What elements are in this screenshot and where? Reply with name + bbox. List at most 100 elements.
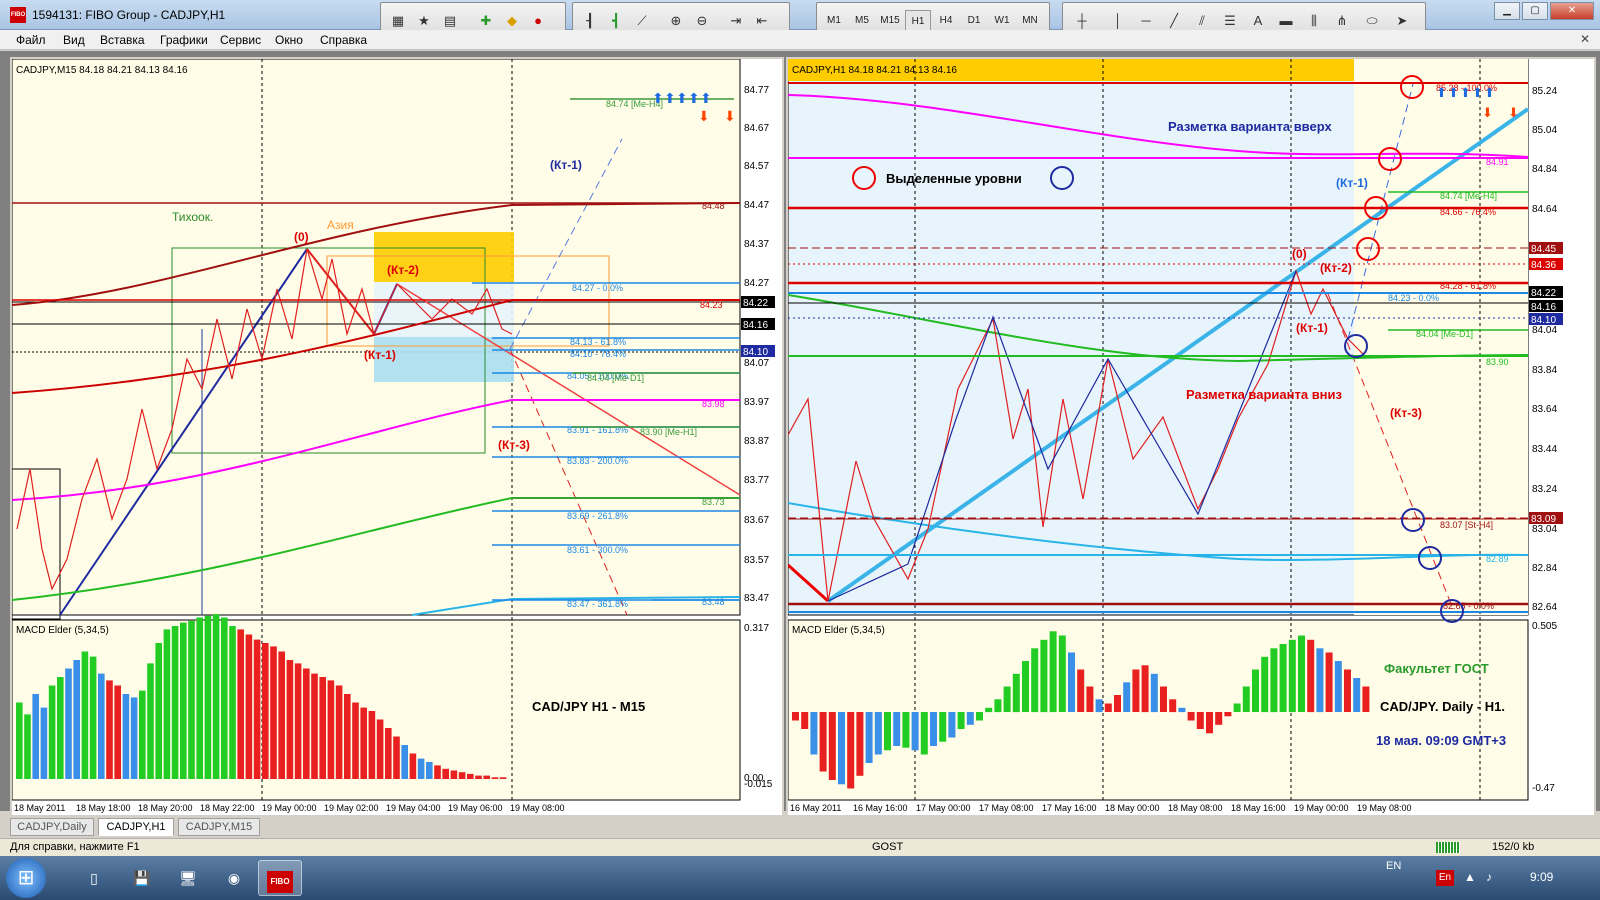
menu-window[interactable]: Окно — [275, 33, 303, 47]
vertical-line-icon[interactable]: │ — [1107, 10, 1129, 32]
price-marker-label: 84.22 — [743, 298, 768, 309]
time-tick: 19 May 00:00 — [262, 803, 317, 813]
text-icon[interactable]: A — [1247, 10, 1269, 32]
chart-header: CADJPY,M15 84.18 84.21 84.13 84.16 — [16, 65, 188, 76]
macd-bar — [491, 777, 499, 779]
expert-advisors-icon[interactable]: ◆ — [501, 10, 523, 32]
pitchfork-icon[interactable]: ⋔ — [1331, 10, 1353, 32]
menu-file[interactable]: Файл — [16, 33, 46, 47]
macd-bar — [948, 712, 956, 738]
zoom-in-icon[interactable]: ⊕ — [665, 10, 687, 32]
down-arrow-icon: ⬇ — [724, 108, 736, 124]
candles-icon[interactable]: ┫ — [605, 10, 627, 32]
macd-tick: 0.317 — [744, 623, 769, 634]
macd-bar — [865, 712, 873, 763]
crosshair-icon[interactable]: ┼ — [1071, 10, 1093, 32]
tf-w1[interactable]: W1 — [989, 10, 1015, 32]
macd-bar — [73, 660, 80, 779]
menu-view[interactable]: Вид — [63, 33, 85, 47]
text-label-icon[interactable]: ▬ — [1275, 10, 1297, 32]
tf-d1[interactable]: D1 — [961, 10, 987, 32]
macd-bar — [483, 775, 490, 779]
macd-bar — [458, 772, 466, 779]
explorer-task-icon[interactable]: ▯ — [72, 860, 116, 896]
arrows-dropdown-icon[interactable]: ➤ — [1391, 10, 1413, 32]
price-tick: 83.67 — [744, 515, 769, 526]
point-kt3-label: (Кт-3) — [1390, 406, 1422, 420]
connection-status-icon[interactable] — [1436, 842, 1460, 853]
fibo-fan-icon[interactable]: ⫼ — [1303, 10, 1325, 32]
level-label: 83.73 — [702, 497, 725, 507]
minimize-button[interactable]: ▁ — [1494, 2, 1520, 20]
macd-bar — [1169, 699, 1177, 713]
volume-icon[interactable]: ♪ — [1486, 870, 1492, 884]
macd-bar — [262, 643, 269, 779]
ellipse-icon[interactable]: ⬭ — [1361, 10, 1383, 32]
menu-charts[interactable]: Графики — [160, 33, 208, 47]
time-tick: 18 May 18:00 — [76, 803, 131, 813]
macd-bar — [229, 626, 236, 779]
chart-canvas-m15[interactable]: 84.74 [Me-H4]84.4884.27 - 0.0%84.2384.13… — [12, 59, 782, 815]
autotrading-icon[interactable]: ● — [527, 10, 549, 32]
maximize-button[interactable]: ▢ — [1522, 2, 1548, 20]
macd-bar — [1242, 686, 1250, 712]
macd-bar — [212, 614, 220, 779]
chart-window-h1[interactable]: 85.28 - 100.0% 84.91 84.74 [Me-H4] 84.66 - … — [786, 57, 1596, 817]
chart-shift-icon[interactable]: ⇤ — [751, 10, 773, 32]
down-variant-label: Разметка варианта вниз — [1186, 387, 1343, 402]
start-button[interactable]: ⊞ — [6, 858, 46, 898]
computer-task-icon[interactable]: 🖥 — [166, 860, 210, 896]
chart-canvas-h1[interactable]: 85.28 - 100.0%84.9184.74 [Me-H4]84.66 - … — [788, 59, 1594, 815]
new-order-icon[interactable]: ✚ — [475, 10, 497, 32]
macd-bar — [352, 702, 359, 779]
macd-tick: -0.47 — [1532, 783, 1555, 794]
tf-m15[interactable]: M15 — [877, 10, 903, 32]
tf-m5[interactable]: M5 — [849, 10, 875, 32]
zoom-out-icon[interactable]: ⊖ — [691, 10, 713, 32]
firefox-task-icon[interactable]: ◉ — [212, 860, 256, 896]
tf-mn[interactable]: MN — [1017, 10, 1043, 32]
close-button[interactable]: ✕ — [1550, 2, 1594, 20]
point-kt2-label: (Кт-2) — [1320, 261, 1352, 275]
tab-cadjpy-daily[interactable]: CADJPY,Daily — [10, 818, 94, 836]
line-chart-icon[interactable]: ⟋ — [631, 10, 653, 32]
language-indicator[interactable]: EN — [1386, 860, 1401, 872]
tf-h1[interactable]: H1 — [905, 10, 931, 32]
macd-bar — [417, 758, 425, 779]
menu-help[interactable]: Справка — [320, 33, 367, 47]
traffic-counter: 152/0 kb — [1492, 841, 1535, 853]
tab-cadjpy-h1[interactable]: CADJPY,H1 — [98, 818, 174, 836]
tf-m1[interactable]: M1 — [821, 10, 847, 32]
os-taskbar: ⊞ ▯ 💾 🖥 ◉ FIBO EN En ▲ ♪ 9:09 — [0, 856, 1600, 900]
fibo-task-icon[interactable]: FIBO — [258, 860, 302, 896]
network-icon[interactable]: ▲ — [1464, 870, 1476, 884]
down-arrow-icon: ⬇ — [1482, 105, 1493, 120]
macd-bar — [327, 680, 335, 779]
menu-tools[interactable]: Сервис — [220, 33, 261, 47]
profiles-icon[interactable]: ★ — [413, 10, 435, 32]
menu-insert[interactable]: Вставка — [100, 33, 145, 47]
fibo-retracement-icon[interactable]: ☰ — [1219, 10, 1241, 32]
input-method-icon[interactable]: En — [1436, 870, 1454, 886]
level-label: 83.98 — [702, 399, 725, 409]
autoscroll-icon[interactable]: ⇥ — [725, 10, 747, 32]
time-tick: 19 May 08:00 — [1357, 803, 1412, 813]
point-0-label: (0) — [1292, 247, 1307, 261]
tab-cadjpy-m15[interactable]: CADJPY,M15 — [178, 818, 260, 836]
tf-h4[interactable]: H4 — [933, 10, 959, 32]
horizontal-line-icon[interactable]: ─ — [1135, 10, 1157, 32]
macd-bar — [294, 663, 302, 779]
save-task-icon[interactable]: 💾 — [120, 860, 164, 896]
equidistant-channel-icon[interactable]: ⫽ — [1191, 10, 1213, 32]
bar-chart-icon[interactable]: ┨ — [579, 10, 601, 32]
chart-window-m15[interactable]: 84.74 [Me-H4] 84.48 84.27 - 0.0% 84.23 84.13… — [10, 57, 784, 817]
new-chart-icon[interactable]: ▦ — [387, 10, 409, 32]
down-arrow-icon: ⬇ — [1508, 105, 1519, 120]
price-tick: 84.77 — [744, 85, 769, 96]
trendline-icon[interactable]: ╱ — [1163, 10, 1185, 32]
market-watch-icon[interactable]: ▤ — [439, 10, 461, 32]
mdi-close-icon[interactable]: ✕ — [1580, 32, 1590, 46]
macd-bar — [994, 699, 1002, 713]
level-label: 84.23 — [700, 300, 723, 310]
clock[interactable]: 9:09 — [1530, 870, 1553, 884]
